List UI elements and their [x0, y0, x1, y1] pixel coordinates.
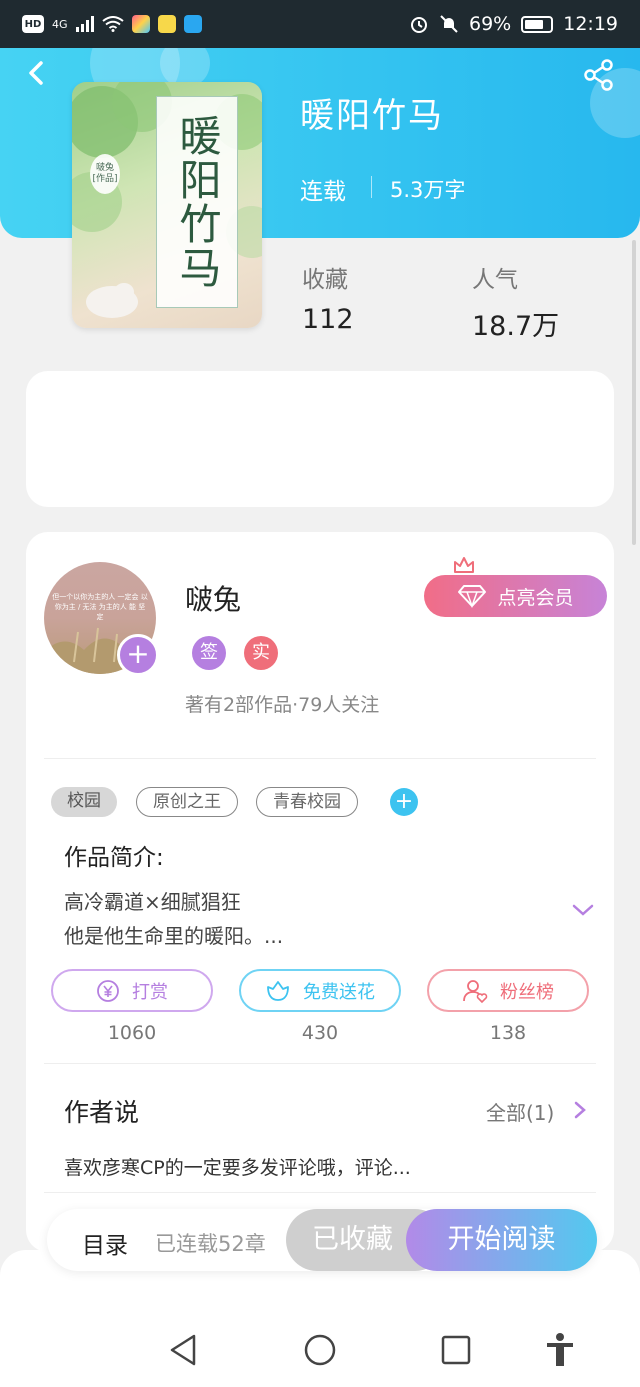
share-icon[interactable]	[582, 58, 616, 92]
clock: 12:19	[563, 13, 618, 35]
tag-youth-campus[interactable]: 青春校园	[256, 787, 358, 817]
cover-author-note: [作品]	[92, 174, 118, 184]
chevron-right-icon[interactable]	[572, 1100, 588, 1120]
catalog-button[interactable]: 目录	[82, 1226, 128, 1260]
signal-icon	[75, 16, 94, 32]
yen-coin-icon	[97, 979, 119, 1002]
cover-author-name: 啵兔	[95, 163, 114, 173]
send-flower-label: 免费送花	[303, 981, 375, 1003]
intro-line: 他是他生命里的暖阳。...	[64, 924, 284, 948]
author-says-text[interactable]: 喜欢彦寒CP的一定要多发评论哦，评论...	[64, 1153, 411, 1180]
intro-heading: 作品简介:	[64, 845, 164, 871]
status-divider	[371, 176, 372, 198]
author-name[interactable]: 啵兔	[185, 578, 241, 618]
popularity-count: 18.7万	[472, 311, 560, 342]
app-notification-icon	[131, 15, 150, 33]
fan-count: 138	[489, 1022, 527, 1044]
crown-icon	[454, 557, 474, 573]
activate-membership-button[interactable]: 点亮会员	[424, 575, 607, 617]
section-divider	[44, 1063, 596, 1064]
favorites-count: 112	[302, 304, 354, 335]
chapter-count[interactable]: 已连载52章	[155, 1228, 266, 1258]
back-icon[interactable]	[22, 58, 52, 88]
author-says-all-link[interactable]: 全部(1)	[486, 1097, 554, 1126]
fan-ranking-label: 粉丝榜	[500, 981, 554, 1003]
section-divider	[44, 758, 596, 759]
favorites-label: 收藏	[302, 267, 348, 293]
verified-badge: 实	[244, 636, 278, 670]
book-title: 暖阳竹马	[300, 96, 444, 136]
popularity-label: 人气	[472, 267, 518, 293]
empty-placeholder-card	[26, 371, 614, 507]
battery-percent: 69%	[469, 13, 512, 35]
follow-author-button[interactable]: +	[117, 634, 159, 676]
word-count: 5.3万字	[390, 178, 466, 202]
tag-original-king[interactable]: 原创之王	[136, 787, 238, 817]
book-cover[interactable]: 暖阳竹马 啵兔 [作品]	[72, 82, 262, 328]
cover-title: 暖阳竹马	[173, 114, 222, 290]
fan-user-icon	[463, 979, 488, 1003]
diamond-icon	[458, 585, 487, 608]
alarm-icon	[411, 17, 427, 33]
battery-icon	[521, 15, 554, 33]
signed-badge: 签	[192, 636, 226, 670]
scrollbar[interactable]	[632, 240, 636, 545]
cover-title-panel: 暖阳竹马	[156, 96, 238, 308]
intro-line: 高冷霸道×细腻猖狂	[64, 890, 241, 914]
chevron-down-icon[interactable]	[570, 900, 596, 920]
tag-campus[interactable]: 校园	[51, 787, 117, 817]
flower-count: 430	[301, 1022, 339, 1044]
start-reading-button[interactable]: 开始阅读	[406, 1209, 597, 1271]
accessibility-icon[interactable]	[540, 1330, 580, 1370]
book-status: 连载	[300, 179, 346, 205]
nav-back-icon[interactable]	[164, 1330, 204, 1370]
nav-recents-icon[interactable]	[436, 1330, 476, 1370]
hd-indicator: HD	[22, 15, 44, 33]
status-bar: HD 4G 69% 12:19	[0, 0, 640, 48]
author-meta: 著有2部作品·79人关注	[185, 694, 380, 716]
section-divider	[44, 1192, 596, 1193]
mute-bell-icon	[440, 15, 458, 33]
wifi-icon	[101, 16, 124, 32]
search-app-notification-icon	[183, 15, 202, 33]
send-flower-button[interactable]: 免费送花	[239, 969, 401, 1012]
add-tag-button[interactable]: +	[390, 788, 418, 816]
fan-ranking-button[interactable]: 粉丝榜	[427, 969, 589, 1012]
avatar-caption: 但一个以你为主的人 一定会 以你为主 / 无法 为主的人 能 坚定	[52, 593, 148, 621]
flower-icon	[267, 980, 289, 1001]
tip-button[interactable]: 打赏	[51, 969, 213, 1012]
chat-app-notification-icon	[157, 15, 176, 33]
tip-count: 1060	[107, 1022, 157, 1044]
network-indicator: 4G	[52, 17, 68, 31]
nav-home-icon[interactable]	[300, 1330, 340, 1370]
membership-label: 点亮会员	[497, 586, 574, 609]
author-says-title: 作者说	[64, 1098, 140, 1127]
cover-author-seal: 啵兔 [作品]	[90, 154, 120, 194]
tip-label: 打赏	[132, 981, 168, 1003]
